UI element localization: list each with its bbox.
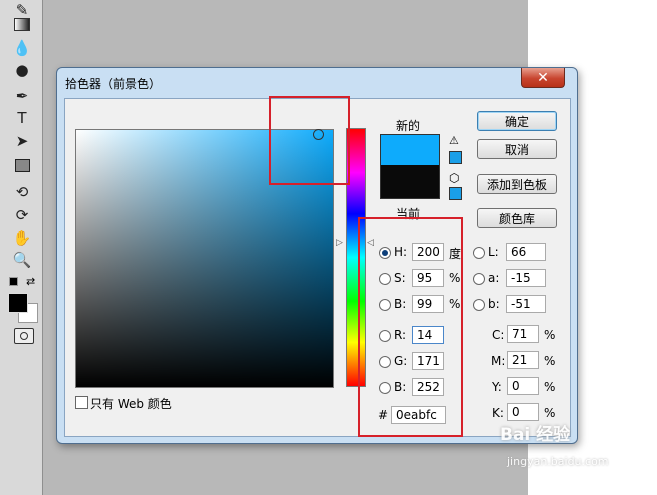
web-safe-color-swatch[interactable]	[449, 187, 462, 200]
default-colors-icon[interactable]	[9, 277, 18, 286]
label-c: C:	[492, 328, 505, 342]
title-bar: 拾色器（前景色） ✕	[57, 68, 577, 96]
tools-panel: ✎ 💧 ● ✒ T ➤ ⟲ ⟳ ✋ 🔍 ⇄	[0, 0, 43, 495]
unit-m: %	[544, 354, 556, 368]
blur-drop-icon[interactable]: 💧	[10, 38, 34, 58]
input-k[interactable]: 0	[507, 403, 539, 421]
input-y[interactable]: 0	[507, 377, 539, 395]
label-lab-b: b:	[488, 297, 500, 311]
rectangle-icon[interactable]	[10, 155, 34, 175]
label-k: K:	[492, 406, 504, 420]
web-safe-warning-icon[interactable]: ⬡	[449, 171, 459, 185]
annotation-box-values	[358, 217, 463, 437]
sponge-icon[interactable]: ●	[10, 60, 34, 80]
new-color-label: 新的	[396, 119, 421, 133]
swap-colors-icon[interactable]: ⇄	[26, 275, 35, 288]
unit-c: %	[544, 328, 556, 342]
hand-icon[interactable]: ✋	[10, 228, 34, 248]
radio-a[interactable]	[473, 273, 485, 285]
annotation-box-color-field	[269, 96, 350, 185]
3d-orbit-icon[interactable]: ⟳	[10, 205, 34, 225]
dialog-title: 拾色器（前景色）	[65, 77, 162, 91]
unit-k: %	[544, 406, 556, 420]
input-l[interactable]: 66	[506, 243, 546, 261]
gamut-color-swatch[interactable]	[449, 151, 462, 164]
quick-mask-icon[interactable]	[14, 328, 34, 344]
input-m[interactable]: 21	[507, 351, 539, 369]
ok-button[interactable]: 确定	[477, 111, 557, 131]
pen-icon[interactable]: ✒	[10, 86, 34, 106]
type-icon[interactable]: T	[10, 108, 34, 128]
radio-lab-b[interactable]	[473, 299, 485, 311]
gradient-icon[interactable]	[10, 14, 34, 34]
label-l: L:	[488, 245, 499, 259]
label-m: M:	[491, 354, 506, 368]
watermark-url: jingyan.baidu.com	[507, 455, 609, 468]
watermark-logo: Bai 经验	[500, 425, 571, 445]
current-color-swatch[interactable]	[380, 165, 440, 199]
unit-y: %	[544, 380, 556, 394]
close-button[interactable]: ✕	[521, 68, 565, 88]
input-a[interactable]: -15	[506, 269, 546, 287]
new-color-swatch	[380, 134, 440, 166]
label-y: Y:	[492, 380, 502, 394]
zoom-icon[interactable]: 🔍	[10, 250, 34, 270]
out-of-gamut-warning-icon[interactable]: ⚠	[449, 134, 459, 147]
path-select-icon[interactable]: ➤	[10, 131, 34, 151]
web-colors-only-label: 只有 Web 颜色	[90, 397, 172, 411]
web-colors-only-checkbox[interactable]	[75, 396, 88, 409]
cancel-button[interactable]: 取消	[477, 139, 557, 159]
3d-rotate-icon[interactable]: ⟲	[10, 182, 34, 202]
label-a: a:	[488, 271, 500, 285]
add-to-swatches-button[interactable]: 添加到色板	[477, 174, 557, 194]
close-icon: ✕	[537, 69, 549, 86]
input-lab-b[interactable]: -51	[506, 295, 546, 313]
hue-slider-left-arrow-icon[interactable]: ▷	[336, 238, 343, 248]
radio-l[interactable]	[473, 247, 485, 259]
input-c[interactable]: 71	[507, 325, 539, 343]
color-libraries-button[interactable]: 颜色库	[477, 208, 557, 228]
foreground-color-swatch[interactable]	[8, 293, 28, 313]
